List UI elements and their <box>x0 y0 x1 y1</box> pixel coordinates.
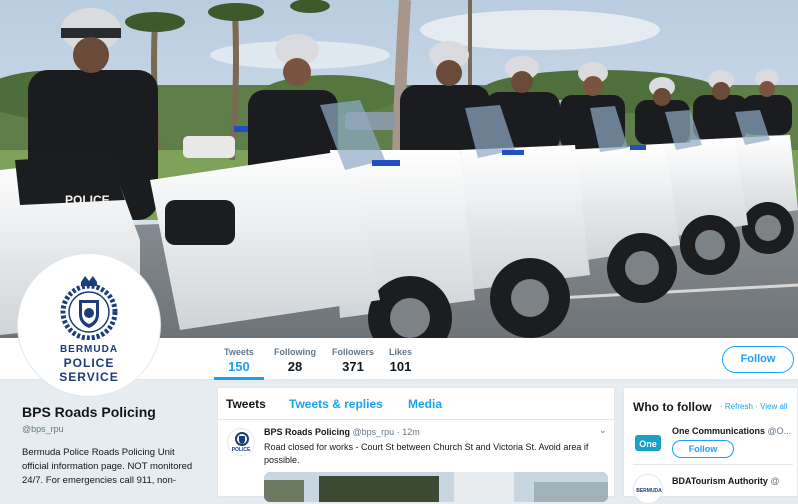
who-to-follow-title: Who to follow <box>633 400 712 414</box>
stat-followers-label: Followers <box>332 347 375 357</box>
stat-tweets-value: 150 <box>228 359 250 374</box>
suggestion-name[interactable]: BDATourism Authority @ <box>672 476 796 486</box>
suggestion-name-text: BDATourism Authority <box>672 476 768 486</box>
tweet-header: BPS Roads Policing @bps_rpu · 12m <box>264 427 420 437</box>
stat-following[interactable]: Following 28 <box>274 347 316 374</box>
tweet-avatar-label: POLICE <box>231 447 251 453</box>
tab-tweets[interactable]: Tweets <box>226 397 266 411</box>
tweet[interactable]: POLICE BPS Roads Policing @bps_rpu · 12m… <box>218 420 614 502</box>
refresh-link[interactable]: Refresh <box>725 402 753 411</box>
profile-name[interactable]: BPS Roads Policing <box>22 404 202 420</box>
suggestion-handle: @ <box>770 476 780 486</box>
avatar-wordmark-police: POLICE <box>63 356 115 370</box>
stat-likes-value: 101 <box>389 359 412 374</box>
profile-card: BPS Roads Policing @bps_rpu Bermuda Poli… <box>22 404 202 488</box>
who-to-follow-separator-2: · <box>755 402 758 411</box>
bike-bermuda-label: BERMUDA <box>70 209 96 215</box>
suggestion-divider <box>633 464 793 465</box>
follow-button[interactable]: Follow <box>722 346 794 373</box>
stat-tweets[interactable]: Tweets 150 <box>224 347 254 374</box>
profile-handle[interactable]: @bps_rpu <box>22 424 202 434</box>
timeline-tabs: Tweets Tweets & replies Media <box>218 388 614 420</box>
active-stat-underline <box>214 377 264 380</box>
tweet-author-handle[interactable]: @bps_rpu <box>353 427 395 437</box>
tab-tweets-and-replies[interactable]: Tweets & replies <box>289 397 383 411</box>
stat-tweets-label: Tweets <box>224 347 254 357</box>
suggestion-follow-button[interactable]: Follow <box>672 440 734 458</box>
avatar-wordmark-service: SERVICE <box>59 370 119 384</box>
stat-followers[interactable]: Followers 371 <box>332 347 374 374</box>
one-logo-text: One <box>639 439 657 449</box>
avatar-wordmark-bermuda: BERMUDA <box>59 344 119 355</box>
stat-following-label: Following <box>274 347 316 357</box>
stat-followers-value: 371 <box>342 359 364 374</box>
tweet-separator: · <box>396 427 400 437</box>
profile-bio: Bermuda Police Roads Policing Unit offic… <box>22 447 193 486</box>
police-crest-icon <box>60 276 118 340</box>
tab-media[interactable]: Media <box>408 397 442 411</box>
suggestion-name-text: One Communications <box>672 426 766 436</box>
tweet-media-image[interactable] <box>264 472 608 502</box>
chevron-down-icon[interactable]: ⌄ <box>599 425 607 436</box>
stat-likes-label: Likes <box>389 347 413 357</box>
bermuda-tourism-logo-icon: BERMUDA <box>636 488 662 494</box>
one-communications-logo-icon: One <box>635 435 661 451</box>
suggestion-name[interactable]: One Communications @O... <box>672 426 796 436</box>
suggestion-avatar[interactable]: One <box>633 428 663 458</box>
tweet-media-photo <box>264 472 608 502</box>
stat-likes[interactable]: Likes 101 <box>389 347 412 374</box>
who-to-follow-separator-1: · <box>720 402 723 411</box>
tweet-timestamp[interactable]: 12m <box>402 427 420 437</box>
tweet-text: Road closed for works - Court St between… <box>264 442 589 465</box>
tweet-author-name[interactable]: BPS Roads Policing <box>264 427 350 437</box>
who-to-follow-links: · Refresh · View all <box>720 402 787 411</box>
stat-following-value: 28 <box>287 359 303 374</box>
suggestion-handle: @O... <box>767 426 792 436</box>
suggestion-avatar[interactable]: BERMUDA <box>633 474 663 504</box>
tweet-avatar[interactable]: POLICE <box>227 428 255 456</box>
timeline: Tweets Tweets & replies Media POLICE BPS… <box>217 387 615 502</box>
avatar[interactable]: BERMUDA POLICE SERVICE <box>18 254 160 396</box>
bike-police-label: POLICE <box>65 193 110 207</box>
view-all-link[interactable]: View all <box>760 402 787 411</box>
who-to-follow-panel: Who to follow · Refresh · View all One O… <box>623 387 798 504</box>
